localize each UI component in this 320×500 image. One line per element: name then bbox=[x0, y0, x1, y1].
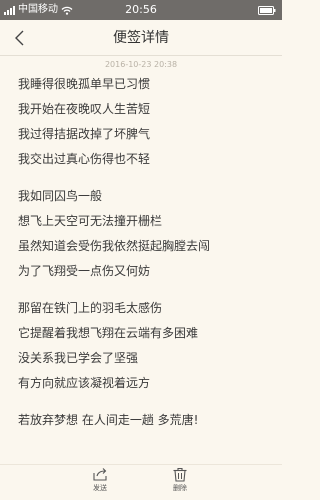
note-line: 我如同囚鸟一般 bbox=[18, 189, 103, 203]
note-line: 虽然知道会受伤我依然挺起胸膛去闯 bbox=[18, 239, 211, 253]
send-button[interactable]: 发送 bbox=[80, 467, 120, 499]
note-line: 想飞上天空可无法撞开栅栏 bbox=[18, 214, 163, 228]
share-icon bbox=[93, 468, 107, 481]
stanza-gap bbox=[18, 172, 268, 184]
note-line: 我开始在夜晚叹人生苦短 bbox=[18, 102, 151, 116]
note-line: 我交出过真心伤得也不轻 bbox=[18, 152, 151, 166]
trash-icon bbox=[173, 467, 187, 482]
note-line: 为了飞翔受一点伤又何妨 bbox=[18, 264, 151, 278]
note-body[interactable]: 我睡得很晚孤单早已习惯 我开始在夜晚叹人生苦短 我过得拮据改掉了坏脾气 我交出过… bbox=[18, 72, 268, 433]
stanza-gap bbox=[18, 396, 268, 408]
status-time: 20:56 bbox=[125, 3, 157, 16]
bottom-toolbar: 发送 删除 bbox=[0, 464, 282, 500]
note-line: 没关系我已学会了坚强 bbox=[18, 351, 139, 365]
stanza-gap bbox=[18, 284, 268, 296]
delete-button[interactable]: 删除 bbox=[160, 467, 200, 499]
note-date: 2016-10-23 20:38 bbox=[104, 60, 178, 69]
note-line: 我过得拮据改掉了坏脾气 bbox=[18, 127, 151, 141]
note-line: 有方向就应该凝视着远方 bbox=[18, 376, 151, 390]
battery-icon bbox=[258, 5, 276, 15]
note-line: 它提醒着我想飞翔在云端有多困难 bbox=[18, 326, 199, 340]
status-bar: 中国移动 20:56 bbox=[0, 0, 282, 20]
note-line: 那留在铁门上的羽毛太感伤 bbox=[18, 301, 163, 315]
send-label: 发送 bbox=[93, 484, 107, 492]
header: 便签详情 bbox=[0, 20, 282, 56]
page-title: 便签详情 bbox=[113, 30, 169, 46]
note-line: 我睡得很晚孤单早已习惯 bbox=[18, 77, 151, 91]
status-right bbox=[258, 0, 276, 20]
delete-label: 删除 bbox=[173, 484, 187, 492]
note-line: 若放弃梦想 在人间走一趟 多荒唐! bbox=[18, 413, 199, 427]
